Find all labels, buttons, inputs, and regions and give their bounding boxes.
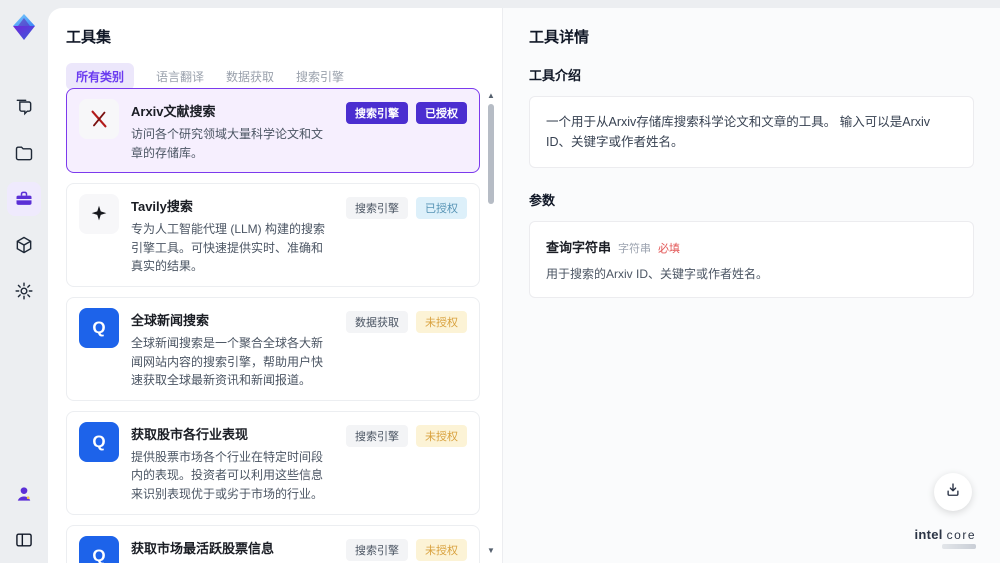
sidebar-item-packages[interactable] — [7, 228, 41, 262]
intro-heading: 工具介绍 — [529, 68, 582, 83]
tool-description: 访问各个研究领域大量科学论文和文章的存储库。 — [131, 127, 324, 160]
main-surface: 工具集 所有类别 语言翻译 数据获取 搜索引擎 Arxiv文献搜索 访问各个研究… — [48, 8, 1000, 563]
tavily-logo-icon — [79, 194, 119, 235]
auth-status-badge: 已授权 — [416, 197, 467, 220]
download-icon — [944, 481, 962, 504]
sidebar-item-account[interactable] — [7, 477, 41, 511]
param-required-flag: 必填 — [658, 243, 681, 255]
intro-text: 一个用于从Arxiv存储库搜索科学论文和文章的工具。 输入可以是Arxiv ID… — [546, 115, 931, 149]
tab-data-fetch[interactable]: 数据获取 — [226, 63, 274, 90]
tab-language-translation[interactable]: 语言翻译 — [156, 63, 204, 90]
param-box: 查询字符串 字符串 必填 用于搜索的Arxiv ID、关键字或作者姓名。 — [529, 221, 974, 298]
cube-icon — [14, 235, 34, 255]
auth-status-badge: 已授权 — [416, 102, 467, 124]
panel-toggle-icon — [14, 530, 34, 550]
intel-core-logo: intel core — [914, 527, 976, 549]
download-button[interactable] — [934, 473, 972, 511]
auth-status-badge: 未授权 — [416, 424, 467, 447]
scroll-down-arrow[interactable]: ▼ — [486, 547, 496, 555]
stock-app-icon: Q — [79, 535, 119, 563]
left-rail — [0, 0, 48, 563]
tool-list-panel: 工具集 所有类别 语言翻译 数据获取 搜索引擎 Arxiv文献搜索 访问各个研究… — [48, 8, 503, 563]
news-app-icon: Q — [79, 307, 119, 348]
tool-card-global-news[interactable]: Q 全球新闻搜索 全球新闻搜索是一个聚合全球各大新闻网站内容的搜索引擎，帮助用户… — [66, 296, 480, 401]
detail-title: 工具详情 — [529, 29, 590, 46]
auth-status-badge: 未授权 — [416, 538, 467, 561]
app-logo — [9, 12, 39, 42]
scroll-up-arrow[interactable]: ▲ — [486, 92, 496, 100]
tool-card-list: Arxiv文献搜索 访问各个研究领域大量科学论文和文章的存储库。 搜索引擎 已授… — [66, 88, 480, 563]
sidebar-item-settings[interactable] — [7, 274, 41, 308]
tool-name: 全球新闻搜索 — [131, 312, 210, 328]
scrollbar-thumb[interactable] — [488, 104, 494, 204]
tool-card-tavily[interactable]: Tavily搜索 专为人工智能代理 (LLM) 构建的搜索引擎工具。可快速提供实… — [66, 183, 480, 287]
tool-name: 获取股市各行业表现 — [131, 426, 249, 442]
sidebar-item-panel-toggle[interactable] — [7, 523, 41, 557]
gear-icon — [14, 281, 34, 301]
brand-intel: intel — [914, 527, 943, 542]
tab-search-engine[interactable]: 搜索引擎 — [296, 63, 344, 90]
param-type: 字符串 — [618, 243, 652, 255]
tool-description: 全球新闻搜索是一个聚合全球各大新闻网站内容的搜索引擎，帮助用户快速获取全球最新资… — [131, 335, 324, 388]
tool-card-active-stocks[interactable]: Q 获取市场最活跃股票信息 提供当天交易量最高的股票列表，投资者可以利用这些信息… — [66, 524, 480, 563]
sidebar-item-chat[interactable] — [7, 90, 41, 124]
arxiv-logo-icon — [79, 99, 119, 139]
sidebar-item-files[interactable] — [7, 136, 41, 170]
tool-description: 专为人工智能代理 (LLM) 构建的搜索引擎工具。可快速提供实时、准确和真实的结… — [131, 222, 326, 274]
intro-box: 一个用于从Arxiv存储库搜索科学论文和文章的工具。 输入可以是Arxiv ID… — [529, 96, 974, 168]
tool-card-arxiv[interactable]: Arxiv文献搜索 访问各个研究领域大量科学论文和文章的存储库。 搜索引擎 已授… — [66, 88, 480, 174]
category-tag: 数据获取 — [346, 310, 408, 333]
category-tag: 搜索引擎 — [346, 102, 408, 124]
auth-status-badge: 未授权 — [416, 310, 467, 333]
user-icon — [14, 484, 34, 504]
category-tag: 搜索引擎 — [346, 424, 408, 447]
brand-core: core — [946, 528, 976, 542]
param-description: 用于搜索的Arxiv ID、关键字或作者姓名。 — [546, 267, 769, 281]
tool-name: Arxiv文献搜索 — [131, 104, 216, 119]
tab-all-categories[interactable]: 所有类别 — [66, 63, 135, 90]
list-scrollbar[interactable]: ▲ ▼ — [486, 92, 496, 555]
params-heading: 参数 — [529, 193, 556, 208]
tool-card-sector-performance[interactable]: Q 获取股市各行业表现 提供股票市场各个行业在特定时间段内的表现。投资者可以利用… — [66, 410, 480, 515]
page-title: 工具集 — [66, 29, 112, 46]
tool-name: Tavily搜索 — [131, 199, 193, 215]
param-name: 查询字符串 — [546, 240, 612, 255]
brand-badge-bar — [942, 544, 976, 549]
folder-icon — [14, 143, 34, 163]
tool-detail-panel: 工具详情 工具介绍 一个用于从Arxiv存储库搜索科学论文和文章的工具。 输入可… — [503, 8, 1000, 563]
tool-description: 提供股票市场各个行业在特定时间段内的表现。投资者可以利用这些信息来识别表现优于或… — [131, 449, 324, 501]
sidebar-item-tools[interactable] — [7, 182, 41, 216]
tool-name: 获取市场最活跃股票信息 — [131, 540, 275, 556]
chat-icon — [14, 97, 34, 117]
stock-app-icon: Q — [79, 421, 119, 462]
category-tag: 搜索引擎 — [346, 538, 408, 561]
toolbox-icon — [14, 189, 34, 209]
category-tag: 搜索引擎 — [346, 197, 408, 220]
